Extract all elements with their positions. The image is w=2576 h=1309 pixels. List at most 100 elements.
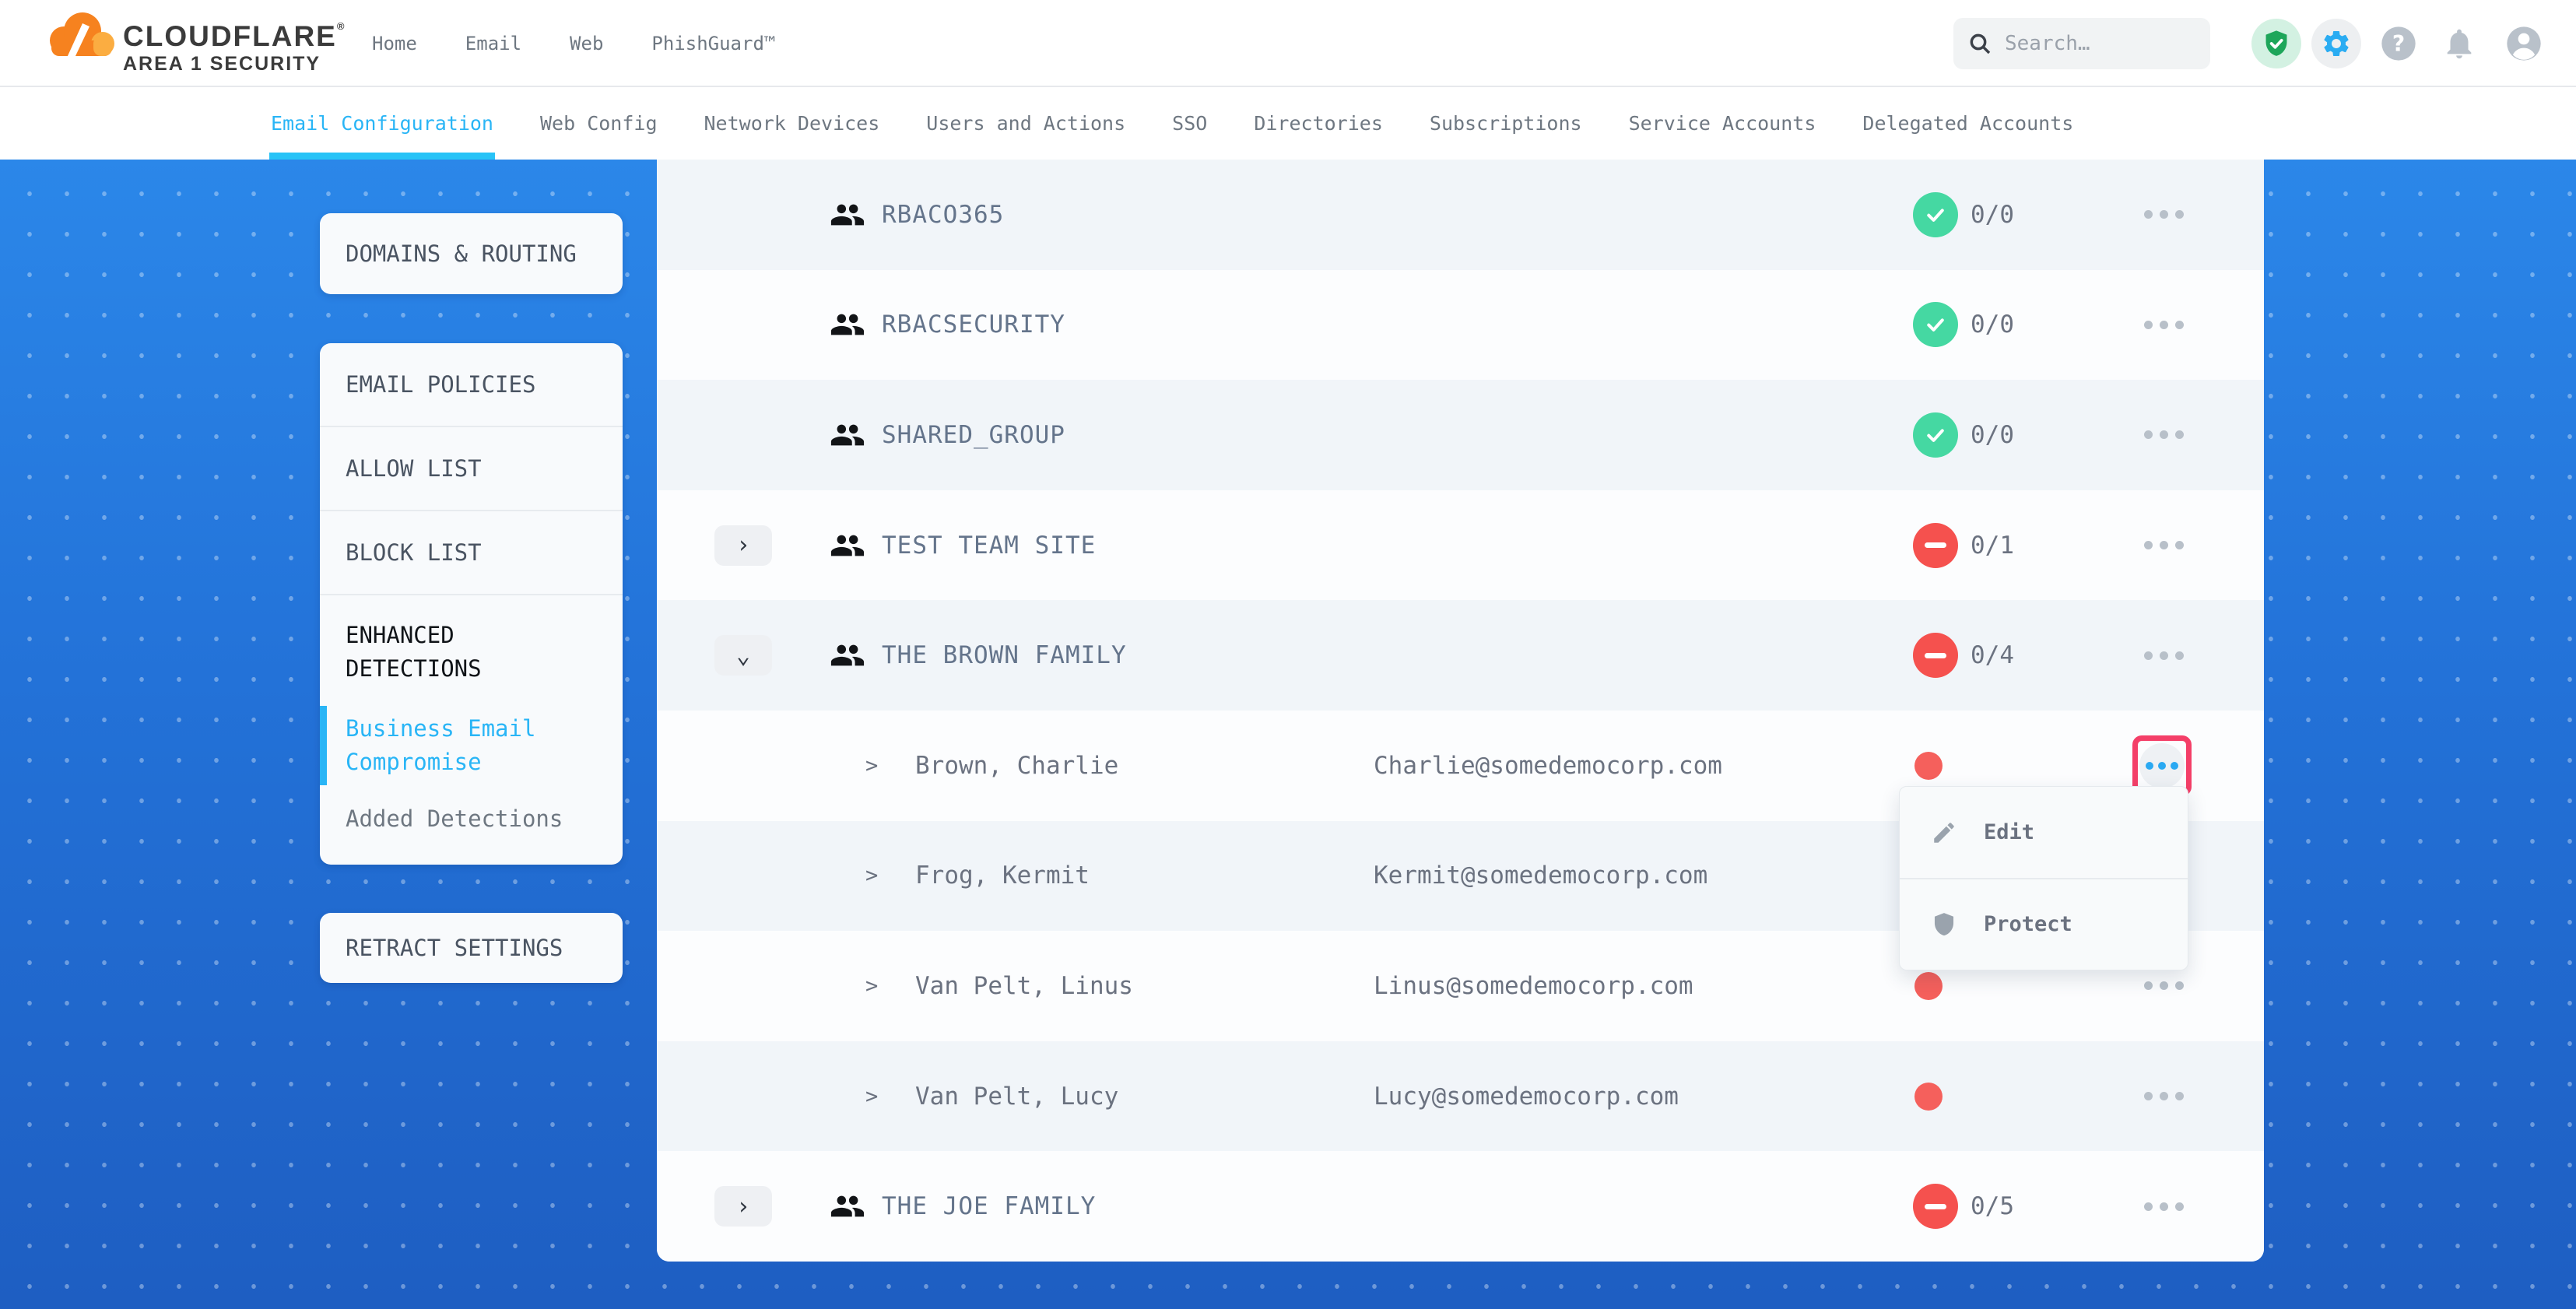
protection-count: 0/5 bbox=[1971, 1192, 2014, 1220]
member-email: Kermit@somedemocorp.com bbox=[1374, 862, 1707, 890]
table-row-group: RBACO365 0/0 bbox=[657, 160, 2264, 270]
sidebar-item-added-detections[interactable]: Added Detections bbox=[346, 805, 597, 832]
ellipsis-icon bbox=[2139, 743, 2185, 788]
tab-service-accounts[interactable]: Service Accounts bbox=[1606, 87, 1840, 160]
tab-email-configuration[interactable]: Email Configuration bbox=[247, 87, 517, 160]
row-menu-button[interactable] bbox=[2138, 416, 2189, 454]
shield-check-icon bbox=[2262, 29, 2291, 58]
sidebar-item-email-policies[interactable]: EMAIL POLICIES bbox=[320, 343, 623, 427]
member-name: Van Pelt, Linus bbox=[915, 972, 1133, 1000]
people-icon bbox=[830, 197, 865, 233]
status-ok-badge bbox=[1913, 302, 1958, 347]
member-email: Charlie@somedemocorp.com bbox=[1374, 752, 1722, 780]
help-button[interactable]: ? bbox=[2374, 19, 2423, 68]
search-box[interactable] bbox=[1953, 18, 2210, 69]
table-row-group: › TEST TEAM SITE 0/1 bbox=[657, 490, 2264, 601]
protection-count: 0/1 bbox=[1971, 532, 2014, 560]
search-icon bbox=[1967, 31, 1992, 56]
member-name: Van Pelt, Lucy bbox=[915, 1083, 1118, 1111]
status-alert-dot bbox=[1914, 1083, 1943, 1111]
tab-users-and-actions[interactable]: Users and Actions bbox=[903, 87, 1149, 160]
row-menu-button[interactable] bbox=[2138, 636, 2189, 675]
tab-web-config[interactable]: Web Config bbox=[517, 87, 681, 160]
group-name: RBACO365 bbox=[882, 201, 1004, 229]
member-prefix: > bbox=[865, 753, 878, 777]
menu-item-edit[interactable]: Edit bbox=[1900, 787, 2188, 878]
status-alert-dot bbox=[1914, 752, 1943, 780]
nav-link-email[interactable]: Email bbox=[465, 33, 521, 54]
group-name: THE JOE FAMILY bbox=[882, 1192, 1096, 1220]
row-menu-button[interactable] bbox=[2138, 305, 2189, 344]
sidebar-item-enhanced-detections[interactable]: ENHANCED DETECTIONS bbox=[346, 619, 597, 686]
expand-button[interactable]: › bbox=[714, 525, 772, 566]
gear-icon bbox=[2321, 28, 2352, 59]
tab-network-devices[interactable]: Network Devices bbox=[681, 87, 904, 160]
settings-button[interactable] bbox=[2311, 19, 2361, 68]
nav-link-home[interactable]: Home bbox=[372, 33, 417, 54]
tab-directories[interactable]: Directories bbox=[1230, 87, 1406, 160]
top-navigation: Home Email Web PhishGuard™ bbox=[372, 0, 775, 87]
row-menu-button[interactable] bbox=[2138, 1077, 2189, 1116]
sidebar-item-business-email-compromise[interactable]: Business Email Compromise bbox=[320, 706, 623, 785]
member-name: Frog, Kermit bbox=[915, 862, 1090, 890]
nav-link-phishguard[interactable]: PhishGuard™ bbox=[651, 33, 775, 54]
tab-sso[interactable]: SSO bbox=[1149, 87, 1230, 160]
people-icon bbox=[830, 528, 865, 563]
status-ok-badge bbox=[1913, 412, 1958, 458]
chevron-right-icon: › bbox=[736, 532, 750, 559]
people-icon bbox=[830, 307, 865, 342]
group-name: RBACSECURITY bbox=[882, 311, 1065, 339]
content-area: DOMAINS & ROUTING EMAIL POLICIES ALLOW L… bbox=[0, 160, 2576, 1309]
group-name: SHARED_GROUP bbox=[882, 421, 1065, 449]
protection-count: 0/0 bbox=[1971, 201, 2014, 229]
people-icon bbox=[830, 1188, 865, 1224]
status-blocked-badge bbox=[1913, 1184, 1958, 1229]
table-row-member: > Van Pelt, Lucy Lucy@somedemocorp.com bbox=[657, 1041, 2264, 1152]
user-icon bbox=[2504, 23, 2544, 64]
tab-delegated-accounts[interactable]: Delegated Accounts bbox=[1839, 87, 2097, 160]
sidebar-item-allow-list[interactable]: ALLOW LIST bbox=[320, 427, 623, 511]
bell-icon bbox=[2441, 26, 2477, 61]
tab-subscriptions[interactable]: Subscriptions bbox=[1406, 87, 1606, 160]
svg-text:?: ? bbox=[2392, 31, 2405, 57]
brand-name: CLOUDFLARE® bbox=[123, 20, 346, 53]
row-context-menu: Edit Protect bbox=[1899, 786, 2188, 970]
table-row-group: SHARED_GROUP 0/0 bbox=[657, 380, 2264, 490]
group-name: TEST TEAM SITE bbox=[882, 532, 1096, 560]
notifications-button[interactable] bbox=[2434, 19, 2484, 68]
member-prefix: > bbox=[865, 974, 878, 998]
status-blocked-badge bbox=[1913, 633, 1958, 678]
pencil-icon bbox=[1931, 819, 1957, 846]
menu-item-protect[interactable]: Protect bbox=[1900, 878, 2188, 969]
protection-count: 0/0 bbox=[1971, 311, 2014, 339]
member-prefix: > bbox=[865, 864, 878, 888]
protection-count: 0/0 bbox=[1971, 421, 2014, 449]
row-menu-button[interactable] bbox=[2138, 967, 2189, 1005]
account-button[interactable] bbox=[2499, 19, 2549, 68]
collapse-button[interactable]: ⌄ bbox=[714, 635, 772, 676]
expand-button[interactable]: › bbox=[714, 1186, 772, 1227]
sidebar-item-retract-settings[interactable]: RETRACT SETTINGS bbox=[320, 935, 563, 961]
status-alert-dot bbox=[1914, 972, 1943, 1000]
status-ok-badge bbox=[1913, 192, 1958, 237]
sidebar-item-block-list[interactable]: BLOCK LIST bbox=[320, 511, 623, 595]
nav-link-web[interactable]: Web bbox=[570, 33, 603, 54]
protection-count: 0/4 bbox=[1971, 641, 2014, 669]
people-icon bbox=[830, 637, 865, 673]
sidebar-card-domains-routing: DOMAINS & ROUTING bbox=[320, 213, 623, 294]
search-input[interactable] bbox=[2005, 32, 2176, 55]
cloudflare-cloud-icon bbox=[45, 9, 117, 59]
chevron-down-icon: ⌄ bbox=[736, 642, 750, 669]
table-row-group: › THE JOE FAMILY 0/5 bbox=[657, 1151, 2264, 1262]
question-icon: ? bbox=[2378, 23, 2419, 64]
top-bar: CLOUDFLARE® AREA 1 SECURITY Home Email W… bbox=[0, 0, 2576, 87]
row-menu-button[interactable] bbox=[2138, 526, 2189, 565]
row-menu-button[interactable] bbox=[2138, 1187, 2189, 1226]
brand-subtitle: AREA 1 SECURITY bbox=[123, 53, 321, 75]
security-status-button[interactable] bbox=[2251, 19, 2301, 68]
member-email: Linus@somedemocorp.com bbox=[1374, 972, 1693, 1000]
member-prefix: > bbox=[865, 1084, 878, 1108]
row-menu-button[interactable] bbox=[2138, 195, 2189, 234]
sidebar-item-domains-routing[interactable]: DOMAINS & ROUTING bbox=[320, 240, 577, 267]
chevron-right-icon: › bbox=[736, 1193, 750, 1220]
